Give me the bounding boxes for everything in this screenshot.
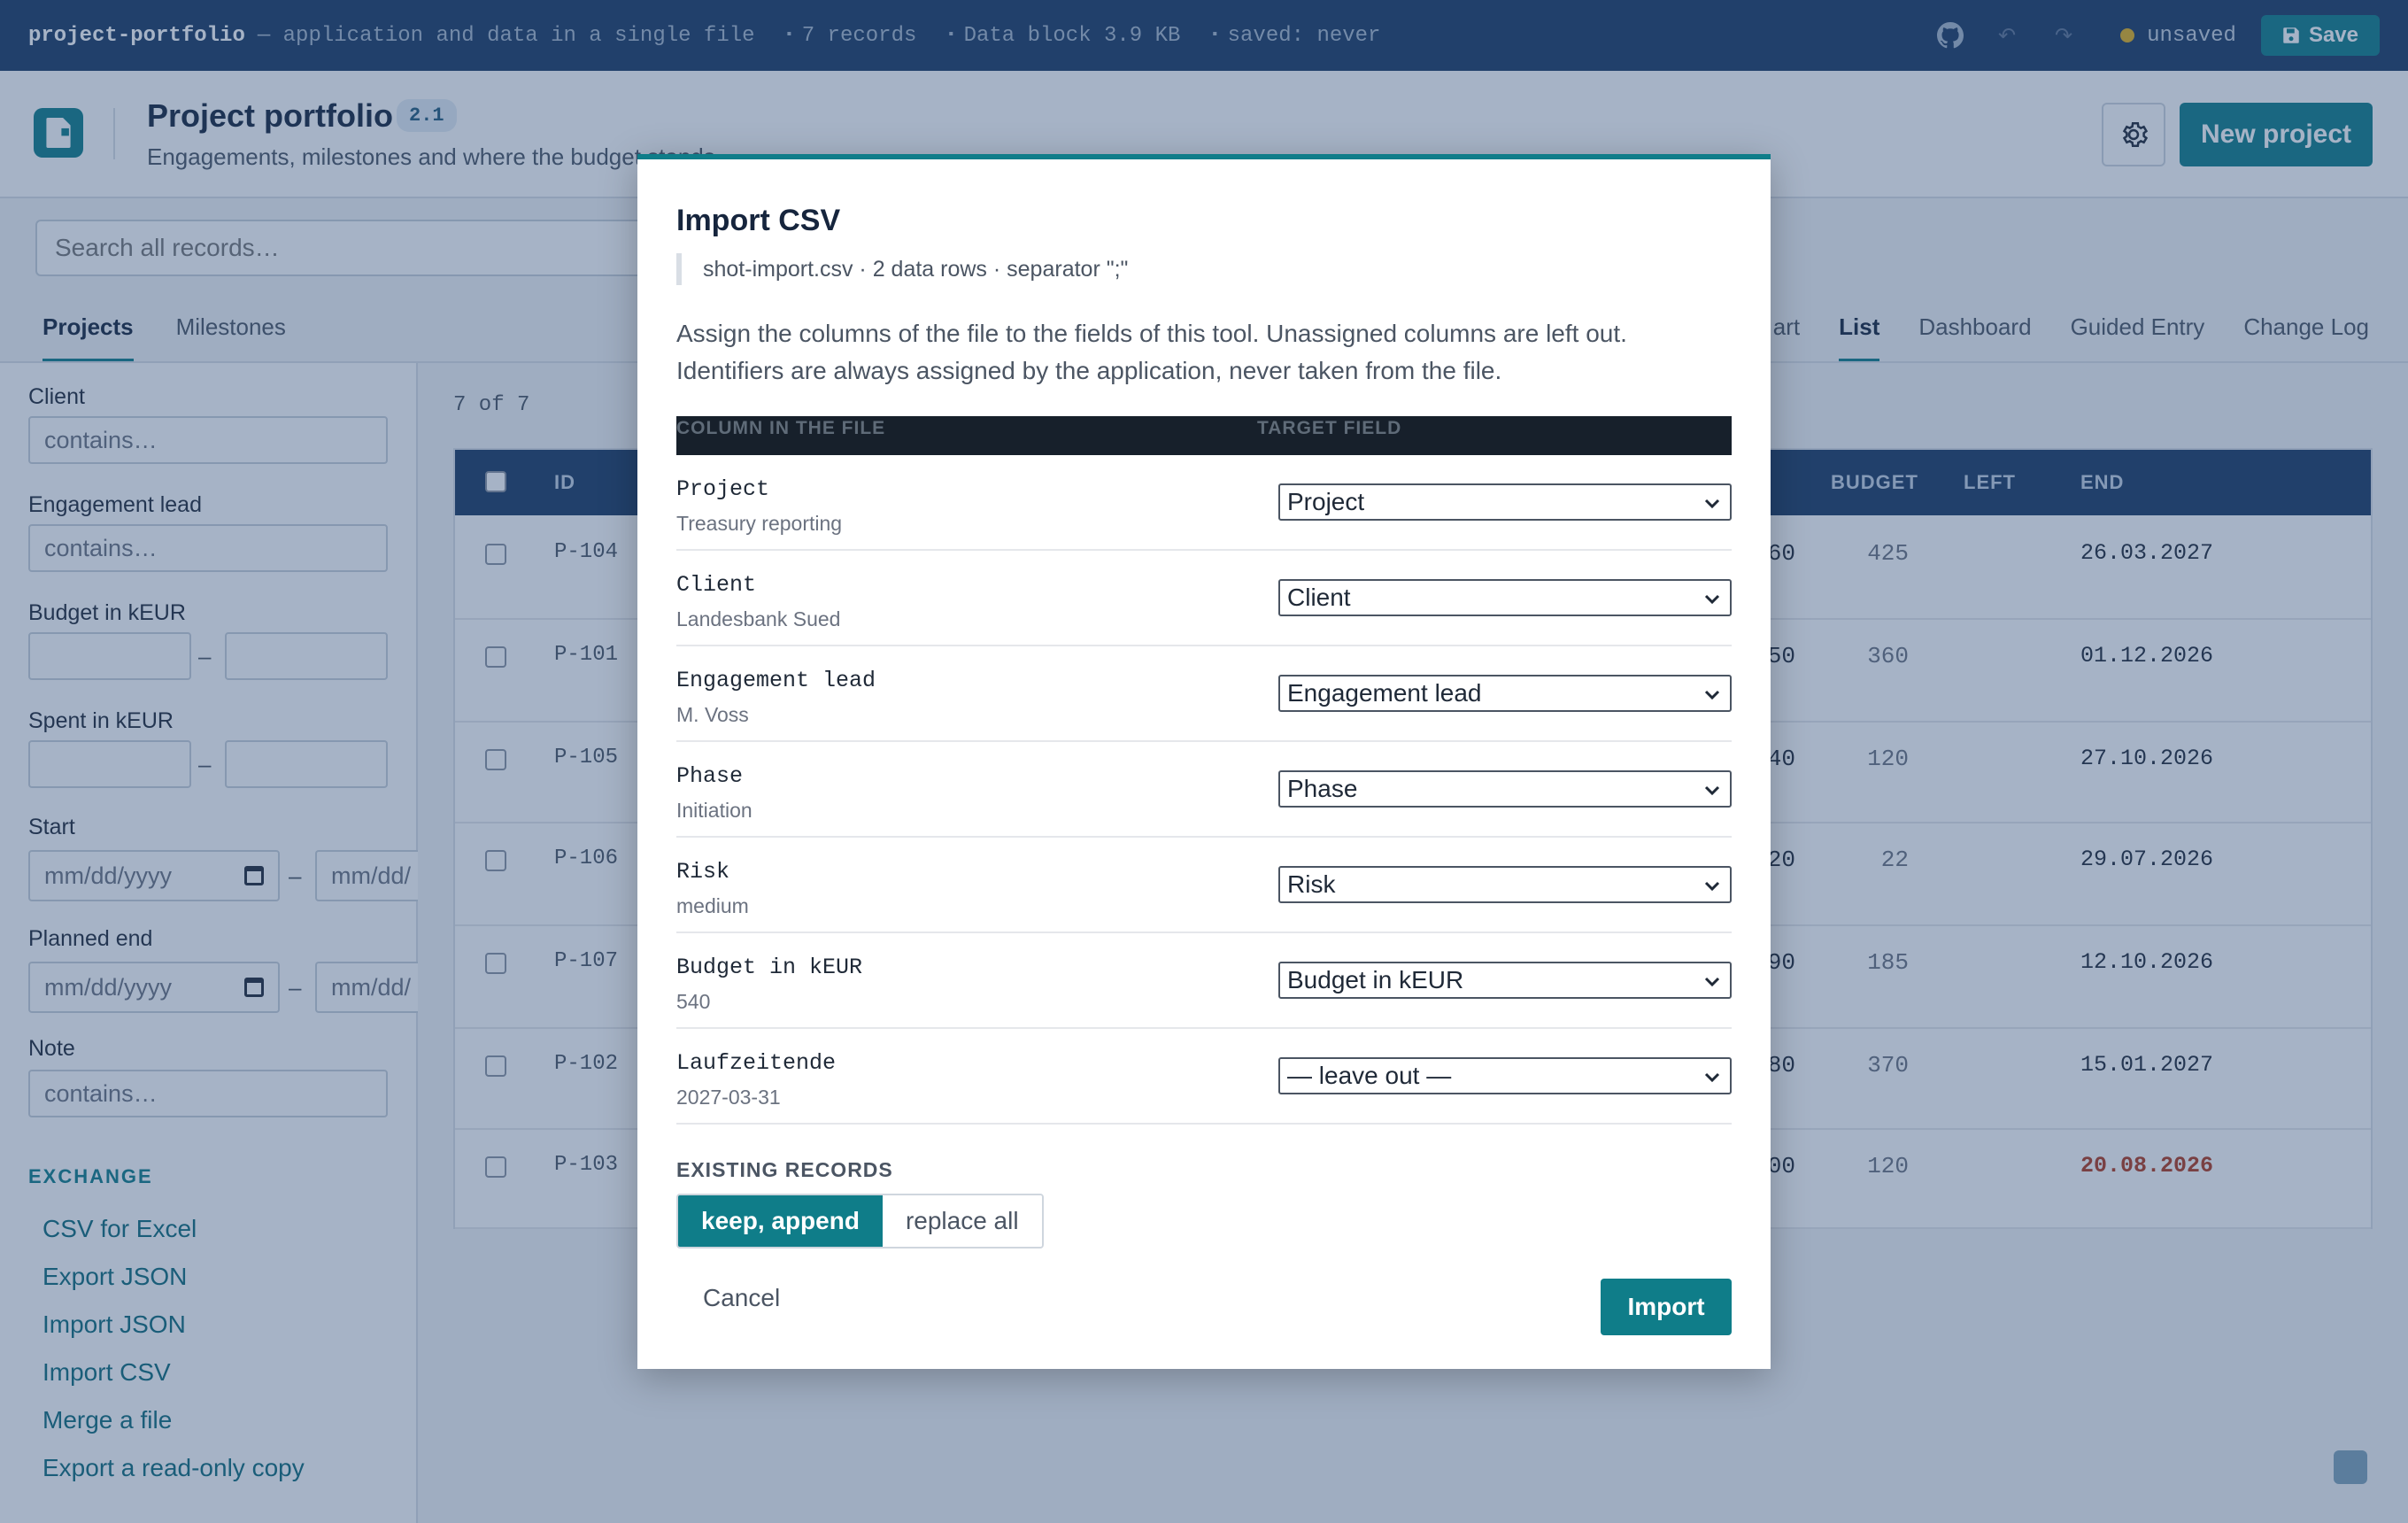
existing-records-toggle: keep, append replace all	[676, 1194, 1044, 1249]
csv-sample-value: 2027-03-31	[676, 1086, 781, 1109]
chevron-down-icon	[1704, 594, 1720, 605]
mapping-row: Phase Initiation Phase	[676, 742, 1732, 838]
csv-sample-value: 540	[676, 990, 711, 1013]
chevron-down-icon	[1704, 690, 1720, 700]
target-field-value: Client	[1287, 584, 1351, 611]
target-field-value: Budget in kEUR	[1287, 966, 1464, 993]
mapping-row: Risk medium Risk	[676, 838, 1732, 933]
csv-sample-value: Initiation	[676, 799, 752, 822]
file-info-text: shot-import.csv · 2 data rows · separato…	[703, 256, 1129, 282]
csv-sample-value: Treasury reporting	[676, 512, 843, 535]
csv-column-name: Risk	[676, 859, 730, 885]
target-header: TARGET FIELD	[1257, 418, 1402, 438]
mapping-header: COLUMN IN THE FILE TARGET FIELD	[676, 416, 1732, 455]
file-info: shot-import.csv · 2 data rows · separato…	[676, 253, 1128, 285]
chevron-down-icon	[1704, 785, 1720, 796]
chevron-down-icon	[1704, 1072, 1720, 1083]
import-button[interactable]: Import	[1601, 1279, 1732, 1335]
mapping-row: Engagement lead M. Voss Engagement lead	[676, 646, 1732, 742]
import-csv-dialog: Import CSV shot-import.csv · 2 data rows…	[637, 154, 1771, 1369]
cancel-button[interactable]: Cancel	[703, 1284, 780, 1312]
csv-sample-value: M. Voss	[676, 703, 749, 726]
dialog-title: Import CSV	[676, 204, 841, 237]
csv-column-name: Engagement lead	[676, 668, 876, 693]
csv-column-name: Project	[676, 476, 770, 502]
chevron-down-icon	[1704, 881, 1720, 892]
csv-column-name: Phase	[676, 763, 744, 789]
mapping-row: Budget in kEUR 540 Budget in kEUR	[676, 933, 1732, 1029]
target-field-select[interactable]: Budget in kEUR	[1278, 962, 1732, 999]
chevron-down-icon	[1704, 499, 1720, 509]
mapping-row: Project Treasury reporting Project	[676, 455, 1732, 551]
target-field-select[interactable]: — leave out —	[1278, 1057, 1732, 1094]
target-field-value: — leave out —	[1287, 1062, 1452, 1089]
chevron-down-icon	[1704, 977, 1720, 987]
keep-append-option[interactable]: keep, append	[678, 1195, 883, 1247]
target-field-select[interactable]: Project	[1278, 483, 1732, 521]
mapping-row: Laufzeitende 2027-03-31 — leave out —	[676, 1029, 1732, 1125]
target-field-value: Phase	[1287, 775, 1358, 802]
csv-column-name: Client	[676, 572, 757, 598]
dialog-description: Assign the columns of the file to the fi…	[676, 320, 1627, 384]
existing-records-heading: EXISTING RECORDS	[676, 1158, 893, 1181]
column-header: COLUMN IN THE FILE	[676, 418, 886, 438]
target-field-value: Project	[1287, 488, 1365, 515]
target-field-select[interactable]: Engagement lead	[1278, 675, 1732, 712]
csv-sample-value: medium	[676, 894, 749, 917]
mapping-row: Client Landesbank Sued Client	[676, 551, 1732, 646]
csv-column-name: Laufzeitende	[676, 1050, 837, 1076]
target-field-value: Risk	[1287, 870, 1336, 898]
target-field-select[interactable]: Risk	[1278, 866, 1732, 903]
csv-column-name: Budget in kEUR	[676, 955, 863, 980]
csv-sample-value: Landesbank Sued	[676, 607, 841, 630]
target-field-select[interactable]: Client	[1278, 579, 1732, 616]
replace-all-option[interactable]: replace all	[882, 1195, 1042, 1247]
target-field-value: Engagement lead	[1287, 679, 1482, 707]
target-field-select[interactable]: Phase	[1278, 770, 1732, 808]
